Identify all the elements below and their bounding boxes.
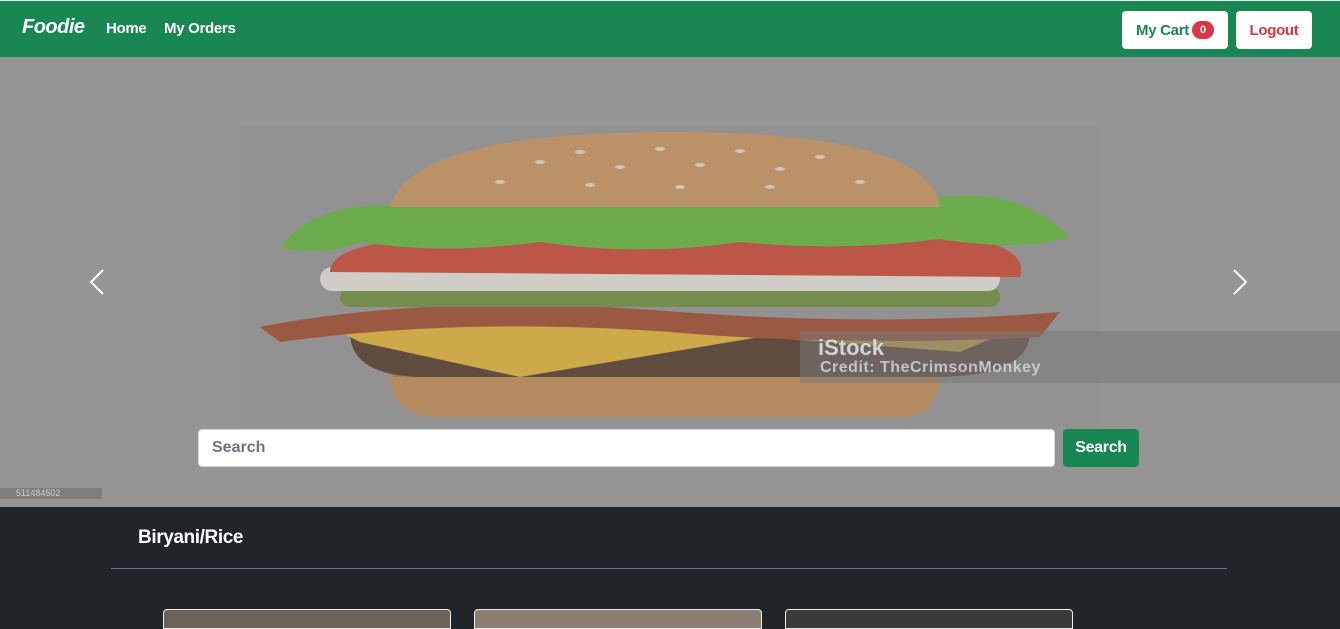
search-button[interactable]: Search	[1063, 429, 1139, 467]
food-card[interactable]	[785, 609, 1073, 629]
nav-link-home[interactable]: Home	[106, 20, 147, 37]
stock-image-id: 511484502	[0, 488, 102, 499]
nav-link-my-orders[interactable]: My Orders	[164, 20, 236, 37]
navbar: Foodie Home My Orders My Cart 0 Logout	[0, 0, 1340, 57]
carousel-next-icon[interactable]	[1224, 267, 1254, 297]
category-title: Biryani/Rice	[138, 527, 244, 548]
category-divider	[111, 568, 1227, 569]
my-cart-button[interactable]: My Cart 0	[1122, 11, 1228, 49]
istock-watermark: iStock Credit: TheCrimsonMonkey	[800, 331, 1340, 383]
watermark-brand: iStock	[818, 335, 885, 360]
food-card[interactable]	[474, 609, 762, 629]
logout-button[interactable]: Logout	[1236, 11, 1312, 49]
watermark-credit: Credit: TheCrimsonMonkey	[820, 359, 1041, 376]
carousel-prev-icon[interactable]	[83, 267, 113, 297]
search-input[interactable]	[198, 429, 1055, 467]
search-form: Search	[198, 429, 1139, 467]
brand-logo[interactable]: Foodie	[22, 16, 85, 39]
hero-carousel: iStock Credit: TheCrimsonMonkey 51148450…	[0, 57, 1340, 507]
cart-count-badge: 0	[1191, 21, 1214, 39]
food-card[interactable]	[163, 609, 451, 629]
cart-label: My Cart	[1136, 21, 1189, 39]
